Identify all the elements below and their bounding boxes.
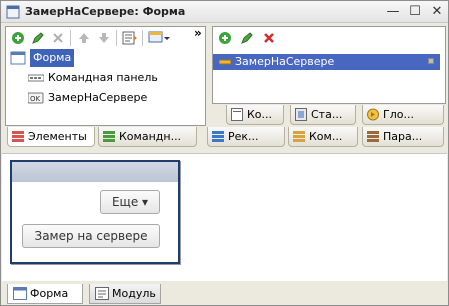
form-icon — [10, 51, 26, 65]
maximize-button[interactable]: ☐ — [406, 4, 424, 20]
title-bar[interactable]: ЗамерНаСервере: Форма — ☐ ✕ — [1, 1, 448, 23]
module-icon — [231, 108, 243, 121]
preview-form: Еще ▾ Замер на сервере — [10, 160, 180, 264]
tab-parameters[interactable]: Пара... — [362, 127, 444, 147]
standard-icon — [295, 108, 307, 121]
command-list-item[interactable]: ЗамерНаСервере — [213, 54, 440, 70]
tab-form[interactable]: Форма — [7, 284, 83, 304]
elements-panel: » Форма Командная панель OK ЗамерНаСерве… — [5, 26, 206, 126]
edit-pencil-icon[interactable] — [30, 30, 46, 46]
tab-module[interactable]: Модуль — [89, 284, 161, 304]
edit-command-icon[interactable] — [239, 30, 255, 46]
add-command-icon[interactable] — [217, 30, 233, 46]
properties-icon[interactable] — [122, 30, 138, 46]
form-preview: Еще ▾ Замер на сервере — [2, 153, 447, 281]
move-up-icon[interactable] — [76, 30, 92, 46]
window-title: ЗамерНаСервере: Форма — [25, 5, 186, 18]
command-interface-tab-icon — [103, 131, 115, 142]
delete-command-icon[interactable] — [261, 30, 277, 46]
view-mode-icon[interactable] — [148, 30, 170, 46]
measure-on-server-button[interactable]: Замер на сервере — [22, 224, 160, 248]
command-bar-icon — [28, 74, 44, 82]
preview-form-header — [12, 162, 178, 182]
delete-icon[interactable] — [50, 30, 66, 46]
commands-panel: ЗамерНаСервере — [212, 26, 446, 104]
form-tab-icon — [13, 287, 27, 300]
subtab-standard[interactable]: Ста... — [290, 105, 356, 125]
commands-tab-icon — [293, 131, 305, 142]
svg-text:OK: OK — [30, 95, 41, 103]
command-icon — [219, 59, 231, 65]
subtab-global[interactable]: Гло... — [362, 105, 444, 125]
tab-elements[interactable]: Элементы — [7, 127, 95, 147]
module-tab-icon — [95, 287, 109, 300]
elements-tab-icon — [12, 131, 24, 142]
more-commands-icon[interactable]: » — [194, 26, 202, 40]
parameters-tab-icon — [367, 131, 379, 142]
tab-command-interface[interactable]: Командн... — [98, 127, 197, 147]
attributes-tab-icon — [212, 131, 224, 142]
form-app-icon — [6, 5, 20, 19]
move-down-icon[interactable] — [96, 30, 112, 46]
add-icon[interactable] — [10, 30, 26, 46]
minimize-button[interactable]: — — [384, 4, 402, 20]
designer-window: ЗамерНаСервере: Форма — ☐ ✕ » Форма Кома… — [0, 0, 449, 306]
more-button[interactable]: Еще ▾ — [100, 190, 160, 214]
list-item-marker — [428, 58, 434, 64]
ok-button-icon: OK — [28, 92, 44, 104]
global-icon — [367, 108, 379, 121]
tab-attributes[interactable]: Рек... — [207, 127, 285, 147]
close-button[interactable]: ✕ — [428, 4, 446, 20]
subtab-module[interactable]: Ко... — [226, 105, 284, 125]
tab-commands[interactable]: Ком... — [288, 127, 358, 147]
